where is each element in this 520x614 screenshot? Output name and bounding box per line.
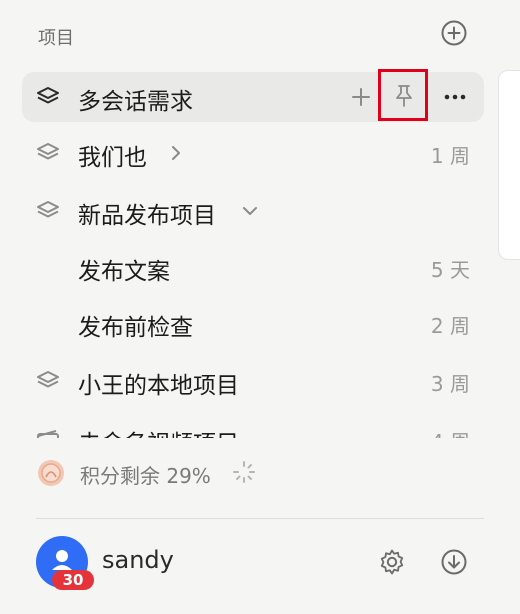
last-updated: 4 周 bbox=[431, 426, 470, 438]
gear-icon bbox=[380, 549, 404, 575]
credits-remaining-text: 积分剩余 29% bbox=[80, 464, 211, 488]
project-label: 新品发布项目 bbox=[78, 203, 216, 229]
layers-icon bbox=[36, 142, 60, 164]
pin-icon bbox=[396, 85, 412, 107]
project-item-xiaowang-local[interactable]: 小王的本地项目 3 周 bbox=[22, 356, 484, 406]
layers-icon bbox=[36, 370, 60, 392]
plus-icon bbox=[352, 88, 370, 106]
film-icon bbox=[36, 428, 60, 438]
project-item-women-ye[interactable]: 我们也 1 周 bbox=[22, 128, 484, 178]
projects-section-header: 项目 bbox=[0, 16, 480, 54]
session-item-pre-launch-check[interactable]: 发布前检查 2 周 bbox=[22, 298, 484, 348]
more-options-button[interactable] bbox=[442, 86, 468, 108]
session-label: 发布文案 bbox=[78, 259, 170, 285]
project-item-multi-session[interactable]: 多会话需求 bbox=[22, 69, 484, 122]
layers-icon bbox=[36, 86, 60, 108]
session-item-launch-copy[interactable]: 发布文案 5 天 bbox=[22, 242, 484, 292]
add-session-button[interactable] bbox=[350, 86, 372, 108]
chevron-right-icon[interactable] bbox=[166, 143, 186, 163]
settings-button[interactable] bbox=[378, 548, 406, 576]
last-updated: 5 天 bbox=[430, 258, 470, 282]
spinner-icon bbox=[232, 460, 256, 484]
user-footer: 30 sandy bbox=[36, 536, 484, 596]
coin-icon bbox=[36, 458, 66, 488]
project-item-new-launch[interactable]: 新品发布项目 bbox=[22, 186, 484, 236]
project-label: 小王的本地项目 bbox=[78, 373, 239, 399]
project-item-untitled-video[interactable]: 未命名视频项目 4 周 bbox=[22, 424, 480, 438]
project-list-clip: 未命名视频项目 4 周 bbox=[0, 424, 480, 438]
add-project-button[interactable] bbox=[440, 19, 468, 47]
more-icon bbox=[444, 94, 466, 100]
last-updated: 3 周 bbox=[430, 372, 470, 396]
project-label: 我们也 bbox=[78, 145, 147, 171]
section-title: 项目 bbox=[38, 28, 74, 49]
download-button[interactable] bbox=[440, 548, 468, 576]
session-label: 发布前检查 bbox=[78, 315, 193, 341]
adjacent-panel-edge bbox=[498, 70, 520, 260]
notification-badge: 30 bbox=[52, 570, 94, 590]
project-label: 多会话需求 bbox=[78, 89, 193, 115]
credits-status: 积分剩余 29% bbox=[36, 452, 336, 492]
username: sandy bbox=[102, 546, 174, 574]
pin-button[interactable] bbox=[378, 69, 428, 121]
last-updated: 2 周 bbox=[430, 314, 470, 338]
layers-icon bbox=[36, 200, 60, 222]
project-label: 未命名视频项目 bbox=[78, 424, 239, 438]
chevron-down-icon[interactable] bbox=[240, 201, 260, 221]
add-circle-icon bbox=[441, 20, 467, 46]
download-icon bbox=[441, 549, 467, 575]
divider bbox=[36, 518, 484, 519]
last-updated: 1 周 bbox=[430, 144, 470, 168]
